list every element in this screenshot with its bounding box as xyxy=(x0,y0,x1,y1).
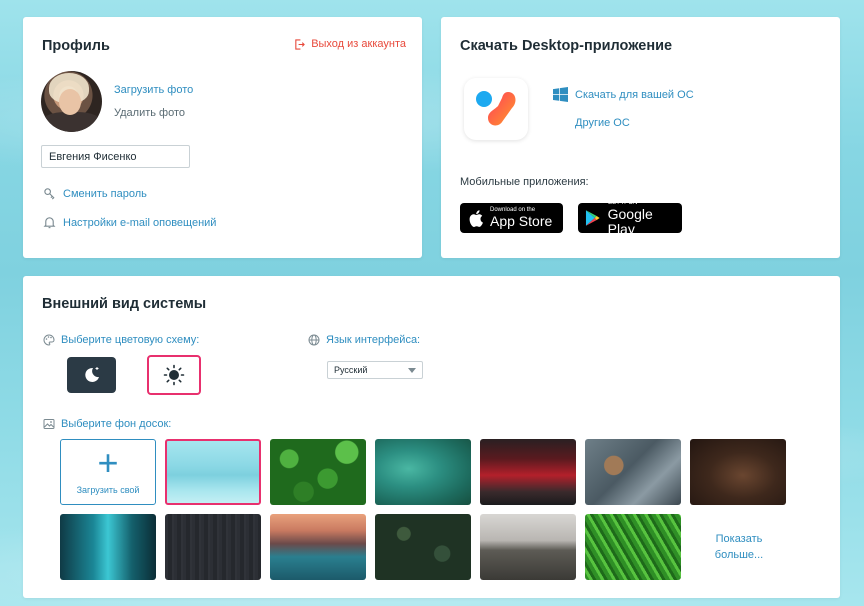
background-violin[interactable] xyxy=(690,439,786,505)
logout-label: Выход из аккаунта xyxy=(311,38,406,50)
background-sea[interactable] xyxy=(165,439,261,505)
language-text: Язык интерфейса: xyxy=(326,334,421,346)
background-red-car[interactable] xyxy=(480,439,576,505)
background-mountain-lake[interactable] xyxy=(270,514,366,580)
language-value: Русский xyxy=(334,365,368,375)
google-play-badge[interactable]: GET IT ON Google Play xyxy=(578,200,682,236)
email-settings-label: Настройки e-mail оповещений xyxy=(63,216,217,229)
windows-icon xyxy=(553,87,568,102)
chevron-down-icon xyxy=(408,367,416,373)
change-password-link[interactable]: Сменить пароль xyxy=(43,187,147,200)
background-dark-forest[interactable] xyxy=(375,514,471,580)
background-road[interactable] xyxy=(480,514,576,580)
background-dark-wood[interactable] xyxy=(165,514,261,580)
appearance-title: Внешний вид системы xyxy=(42,296,207,312)
palette-icon xyxy=(43,334,55,346)
google-play-icon xyxy=(585,210,600,226)
image-icon xyxy=(43,419,55,429)
app-logo xyxy=(464,78,528,140)
name-field[interactable] xyxy=(41,145,190,168)
color-scheme-text: Выберите цветовую схему: xyxy=(61,334,200,346)
upload-background-label: Загрузить свой xyxy=(76,485,140,495)
logout-icon xyxy=(295,38,306,50)
background-teal-glass[interactable] xyxy=(60,514,156,580)
google-play-big: Google Play xyxy=(607,205,653,237)
globe-icon xyxy=(308,334,320,346)
bell-icon xyxy=(43,217,56,229)
show-more-link[interactable]: Показать больше... xyxy=(691,531,787,563)
upload-background-button[interactable]: + Загрузить свой xyxy=(60,439,156,505)
background-grass[interactable] xyxy=(585,514,681,580)
apple-icon xyxy=(469,209,483,227)
sun-icon xyxy=(163,364,185,386)
background-coffee-laptop[interactable] xyxy=(585,439,681,505)
appearance-card: Внешний вид системы Выберите цветовую сх… xyxy=(23,276,840,598)
dark-scheme-button[interactable] xyxy=(67,357,116,393)
plus-icon: + xyxy=(97,442,119,483)
moon-icon xyxy=(84,367,99,382)
profile-card: Профиль Выход из аккаунта Загрузить фото… xyxy=(23,17,422,258)
key-icon xyxy=(44,188,55,200)
change-password-label: Сменить пароль xyxy=(63,187,147,200)
background-text: Выберите фон досок: xyxy=(61,418,172,430)
other-os-link[interactable]: Другие ОС xyxy=(575,117,630,129)
logout-link[interactable]: Выход из аккаунта xyxy=(294,38,406,50)
language-select[interactable]: Русский xyxy=(327,361,423,379)
background-lagoon[interactable] xyxy=(375,439,471,505)
download-os-link[interactable]: Скачать для вашей ОС xyxy=(553,87,694,102)
profile-title: Профиль xyxy=(42,38,110,54)
language-label: Язык интерфейса: xyxy=(308,334,420,346)
mobile-apps-label: Мобильные приложения: xyxy=(460,176,589,188)
avatar[interactable] xyxy=(41,71,102,132)
light-scheme-button[interactable] xyxy=(147,355,201,395)
color-scheme-label: Выберите цветовую схему: xyxy=(43,334,199,346)
download-os-label: Скачать для вашей ОС xyxy=(575,88,694,101)
upload-photo-link[interactable]: Загрузить фото xyxy=(114,84,193,96)
email-settings-link[interactable]: Настройки e-mail оповещений xyxy=(43,216,216,229)
desktop-app-card: Скачать Desktop-приложение Скачать для в… xyxy=(441,17,840,258)
background-label: Выберите фон досок: xyxy=(43,418,171,430)
app-store-big: App Store xyxy=(490,213,553,229)
desktop-title: Скачать Desktop-приложение xyxy=(460,38,673,54)
background-clover[interactable] xyxy=(270,439,366,505)
delete-photo-link[interactable]: Удалить фото xyxy=(114,107,185,119)
app-store-badge[interactable]: Download on the App Store xyxy=(460,203,563,233)
